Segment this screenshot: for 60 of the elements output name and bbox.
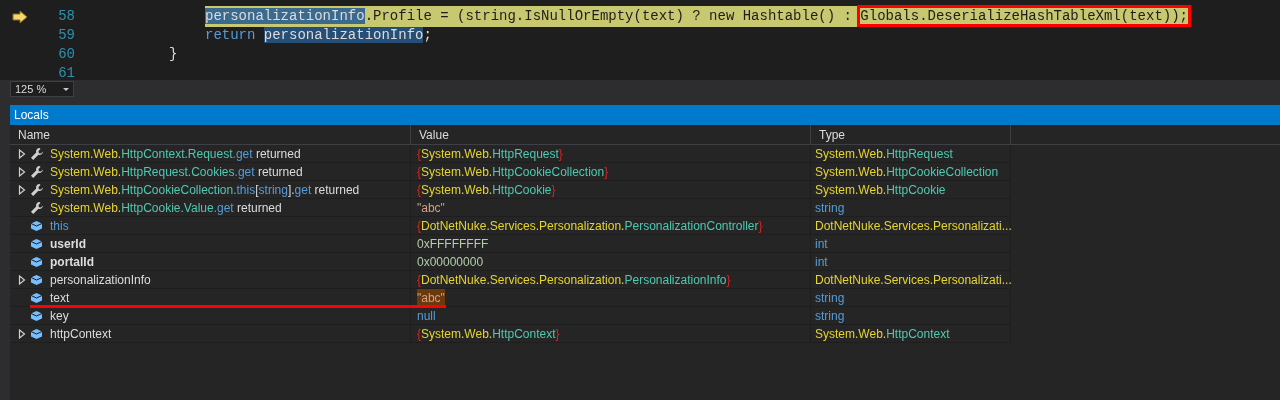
- line-number: 60: [57, 45, 75, 64]
- cube-icon: [30, 273, 43, 286]
- variable-name: userId: [50, 235, 86, 253]
- line-number: 59: [57, 26, 75, 45]
- variable-type: string: [815, 199, 845, 217]
- expand-icon[interactable]: [18, 166, 26, 177]
- variable-name: httpContext: [50, 325, 112, 343]
- variable-name: key: [50, 307, 69, 325]
- variable-type: DotNetNuke.Services.Personalizati...: [815, 271, 1012, 289]
- variable-value: {System.Web.HttpRequest}: [417, 145, 563, 163]
- wrench-icon: [30, 182, 44, 197]
- variable-value: {System.Web.HttpContext}: [417, 325, 560, 343]
- variable-value: null: [417, 307, 436, 325]
- wrench-icon: [30, 164, 44, 179]
- column-header[interactable]: Type: [811, 125, 1011, 144]
- variable-type: int: [815, 235, 828, 253]
- variable-name: System.Web.HttpCookie.Value.get returned: [50, 199, 282, 217]
- code-line: }: [169, 45, 178, 64]
- cube-icon: [30, 291, 43, 304]
- expand-icon[interactable]: [18, 148, 26, 159]
- line-number: 61: [57, 64, 75, 83]
- expand-icon[interactable]: [18, 184, 26, 195]
- column-header[interactable]: Value: [411, 125, 811, 144]
- panel-title: Locals: [14, 107, 49, 124]
- variable-type: System.Web.HttpContext: [815, 325, 950, 343]
- code-line: return personalizationInfo;: [205, 26, 432, 45]
- column-header[interactable]: Name: [10, 125, 411, 144]
- annotation-box: Globals.DeserializeHashTableXml(text));: [860, 8, 1188, 24]
- variable-type: System.Web.HttpCookieCollection: [815, 163, 999, 181]
- expand-icon[interactable]: [18, 274, 26, 285]
- zoom-dropdown[interactable]: 125 %: [10, 81, 74, 97]
- variable-value: {DotNetNuke.Services.Personalization.PersonalizationInfo}: [417, 271, 731, 289]
- wrench-icon: [30, 200, 44, 215]
- variable-value: 0x00000000: [417, 253, 484, 271]
- variable-value: "abc": [417, 199, 445, 217]
- variable-value: {DotNetNuke.Services.Personalization.PersonalizationController}: [417, 217, 763, 235]
- variable-name: portalId: [50, 253, 94, 271]
- variable-value: 0xFFFFFFFF: [417, 235, 489, 253]
- variable-name: personalizationInfo: [50, 271, 151, 289]
- cube-icon: [30, 255, 43, 268]
- variable-name: System.Web.HttpCookieCollection.this[string].get returned: [50, 181, 360, 199]
- cube-icon: [30, 237, 43, 250]
- expand-icon[interactable]: [18, 328, 26, 339]
- variable-type: string: [815, 307, 845, 325]
- variable-name: System.Web.HttpRequest.Cookies.get returned: [50, 163, 303, 181]
- variable-type: DotNetNuke.Services.Personalizati...: [815, 217, 1012, 235]
- variable-value: {System.Web.HttpCookie}: [417, 181, 556, 199]
- variable-name: System.Web.HttpContext.Request.get returned: [50, 145, 301, 163]
- variable-value: {System.Web.HttpCookieCollection}: [417, 163, 609, 181]
- variable-name: text: [50, 289, 70, 307]
- cube-icon: [30, 327, 43, 340]
- cube-icon: [30, 219, 43, 232]
- variable-type: System.Web.HttpRequest: [815, 145, 953, 163]
- cube-icon: [30, 309, 43, 322]
- variable-type: string: [815, 289, 845, 307]
- variable-name: this: [50, 217, 69, 235]
- variable-type: int: [815, 253, 828, 271]
- variable-type: System.Web.HttpCookie: [815, 181, 946, 199]
- wrench-icon: [30, 146, 44, 161]
- line-number: 58: [57, 7, 75, 26]
